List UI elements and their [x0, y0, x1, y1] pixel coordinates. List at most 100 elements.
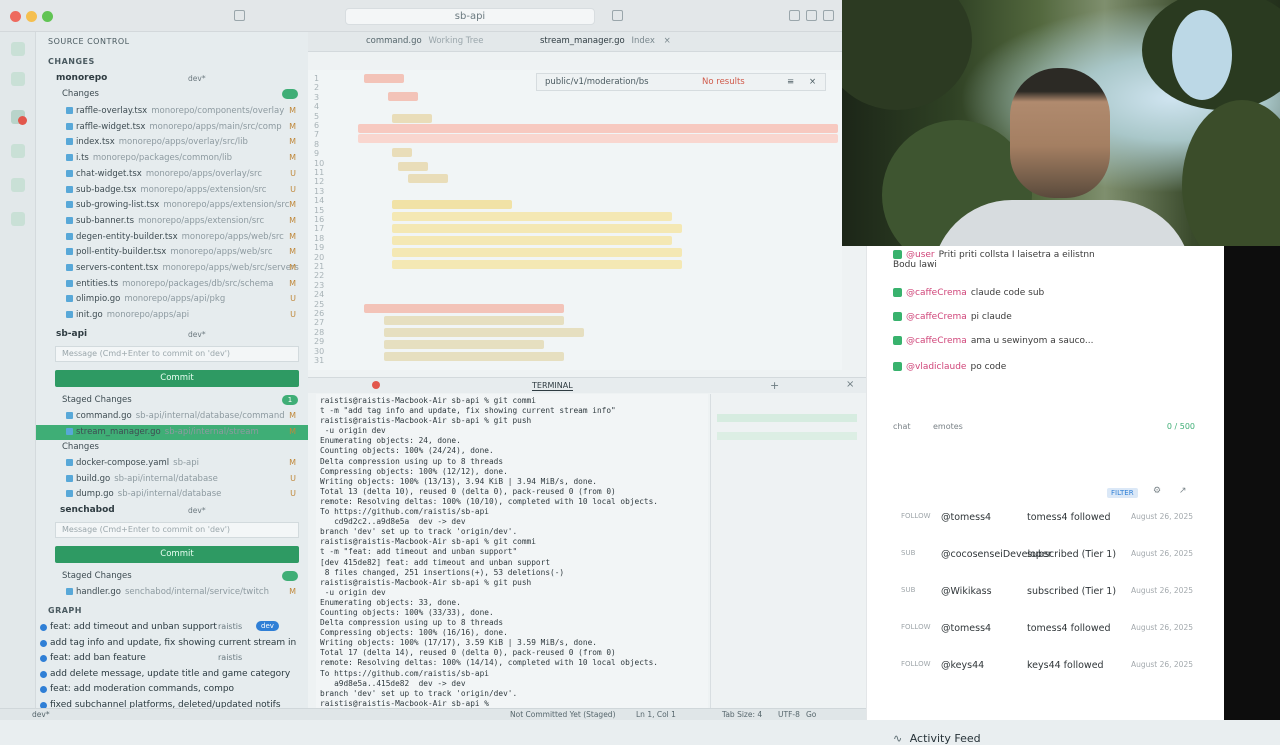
- toggle-sidebar-icon[interactable]: [789, 10, 800, 21]
- monorepo-changes-group[interactable]: Changes: [36, 87, 308, 102]
- status-cursor[interactable]: Ln 1, Col 1: [636, 710, 676, 719]
- event-user[interactable]: @tomess4: [941, 512, 991, 523]
- popout-icon[interactable]: ↗: [1179, 486, 1187, 496]
- repo-sb-api[interactable]: sb-api dev*: [36, 327, 308, 343]
- commit-dot-icon: [40, 670, 47, 678]
- chat-message[interactable]: @vladiclaude po code: [893, 362, 1203, 372]
- extensions-icon[interactable]: [11, 178, 25, 192]
- back-arrow-icon[interactable]: [234, 10, 245, 21]
- run-debug-icon[interactable]: [11, 144, 25, 158]
- copilot-icon[interactable]: [612, 10, 623, 21]
- file-item[interactable]: servers-content.tsx monorepo/apps/web/src…: [36, 261, 308, 276]
- file-item[interactable]: poll-entity-builder.tsx monorepo/apps/web…: [36, 245, 308, 260]
- event-user[interactable]: @keys44: [941, 660, 984, 671]
- remote-explorer-icon[interactable]: [11, 212, 25, 226]
- sbapi-commit-button[interactable]: Commit: [55, 370, 299, 387]
- find-input[interactable]: public/v1/moderation/bs: [545, 77, 649, 87]
- senchabod-commit-button[interactable]: Commit: [55, 546, 299, 563]
- chat-username[interactable]: @vladiclaude: [906, 362, 966, 372]
- chat-input[interactable]: chat emotes 0 / 500: [893, 422, 1203, 436]
- feed-event[interactable]: SUB @Wikikass subscribed (Tier 1) August 26…: [893, 586, 1203, 604]
- file-item[interactable]: degen-entity-builder.tsx monorepo/apps/we…: [36, 230, 308, 245]
- senchabod-staged-group[interactable]: Staged Changes: [36, 569, 308, 584]
- graph-commit[interactable]: feat: add moderation commands, compo: [36, 682, 308, 697]
- feed-event[interactable]: FOLLOW @keys44 keys44 followed August 26, 2…: [893, 660, 1203, 678]
- sbapi-commit-message-input[interactable]: Message (Cmd+Enter to commit on 'dev'): [55, 346, 299, 362]
- chat-username[interactable]: @user: [906, 250, 935, 260]
- feed-event[interactable]: SUB @cocosenseiDeveloper subscribed (Tier …: [893, 549, 1203, 567]
- file-item[interactable]: olimpio.go monorepo/apps/api/pkg U: [36, 292, 308, 307]
- file-item[interactable]: stream_manager.go sb-api/internal/stream M: [36, 424, 308, 440]
- explorer-icon[interactable]: [11, 42, 25, 56]
- tab-command-go[interactable]: command.go Working Tree: [366, 36, 484, 46]
- senchabod-commit-message-input[interactable]: Message (Cmd+Enter to commit on 'dev'): [55, 522, 299, 538]
- file-item[interactable]: build.go sb-api/internal/database U: [36, 472, 308, 487]
- feed-filter-button[interactable]: FILTER: [1107, 488, 1138, 498]
- file-item[interactable]: handler.go senchabod/internal/service/twi…: [36, 585, 308, 600]
- tab-stream-manager-go[interactable]: stream_manager.go Index ×: [540, 36, 671, 46]
- file-item[interactable]: command.go sb-api/internal/database/comma…: [36, 409, 308, 424]
- status-branch[interactable]: dev*: [32, 710, 50, 719]
- graph-commit[interactable]: feat: add timeout and unban support raist…: [36, 620, 308, 635]
- new-terminal-icon[interactable]: +: [770, 379, 779, 392]
- close-window-button[interactable]: [10, 11, 21, 22]
- tab-terminal[interactable]: TERMINAL: [532, 381, 573, 391]
- sbapi-changes-group[interactable]: Changes: [36, 440, 308, 455]
- terminal-output[interactable]: raistis@raistis-Macbook-Air sb-api % git…: [316, 394, 708, 708]
- settings-icon[interactable]: ⚙: [1153, 486, 1161, 496]
- file-item[interactable]: init.go monorepo/apps/api U: [36, 308, 308, 323]
- status-encoding[interactable]: UTF-8: [778, 710, 800, 719]
- chat-message[interactable]: @user Priti priti collsta I laisetra a ei…: [893, 250, 1203, 270]
- file-item[interactable]: raffle-widget.tsx monorepo/apps/main/src/…: [36, 120, 308, 135]
- terminal-line: Delta compression using up to 8 threads: [320, 456, 504, 466]
- chat-message[interactable]: @caffeCrema ama u sewinyom a sauco...: [893, 336, 1203, 346]
- stream-dashboard-panel: @user Priti priti collsta I laisetra a ei…: [866, 246, 1224, 745]
- graph-commit[interactable]: add tag info and update, fix showing cur…: [36, 636, 308, 651]
- file-item[interactable]: entities.ts monorepo/packages/db/src/sche…: [36, 277, 308, 292]
- event-user[interactable]: @Wikikass: [941, 586, 992, 597]
- layout-icon[interactable]: [823, 10, 834, 21]
- file-item[interactable]: chat-widget.tsx monorepo/apps/overlay/src…: [36, 167, 308, 182]
- chat-username[interactable]: @caffeCrema: [906, 288, 967, 298]
- code-editor[interactable]: 1 2 3 4 5 6 7 8 9 10 11 12 13 14 15 16 17 18 19 20 21 22 23 24 2…: [308, 70, 842, 370]
- event-user[interactable]: @tomess4: [941, 623, 991, 634]
- terminal-list-item[interactable]: [717, 414, 857, 422]
- repo-monorepo[interactable]: monorepo dev*: [36, 71, 308, 87]
- maximize-window-button[interactable]: [42, 11, 53, 22]
- toggle-panel-icon[interactable]: [806, 10, 817, 21]
- file-item[interactable]: sub-badge.tsx monorepo/apps/extension/src…: [36, 183, 308, 198]
- chat-message[interactable]: @caffeCrema pi claude: [893, 312, 1203, 322]
- line-number: 25: [314, 299, 325, 309]
- chat-username[interactable]: @caffeCrema: [906, 336, 967, 346]
- file-entry: sub-growing-list.tsx monorepo/apps/extens…: [66, 200, 289, 210]
- close-tab-icon[interactable]: ×: [664, 36, 671, 46]
- graph-commit[interactable]: add delete message, update title and gam…: [36, 667, 308, 682]
- file-item[interactable]: index.tsx monorepo/apps/overlay/src/lib M: [36, 135, 308, 150]
- sbapi-staged-group[interactable]: Staged Changes 1: [36, 393, 308, 408]
- find-widget[interactable]: public/v1/moderation/bs No results ≡ ×: [536, 73, 826, 91]
- chat-message[interactable]: @caffeCrema claude code sub: [893, 288, 1203, 298]
- status-tab-size[interactable]: Tab Size: 4: [722, 710, 762, 719]
- command-center-search[interactable]: sb-api: [345, 8, 595, 25]
- file-item[interactable]: docker-compose.yaml sb-api M: [36, 456, 308, 471]
- feed-event[interactable]: FOLLOW @tomess4 tomess4 followed August 26,…: [893, 623, 1203, 641]
- file-item[interactable]: sub-banner.ts monorepo/apps/extension/src…: [36, 214, 308, 229]
- status-commit-state[interactable]: Not Committed Yet (Staged): [510, 710, 616, 719]
- search-icon[interactable]: [11, 72, 25, 86]
- graph-commit[interactable]: feat: add ban feature raistis: [36, 651, 308, 666]
- panel-tab-bar: TERMINAL + ×: [308, 377, 866, 393]
- repo-senchabod[interactable]: senchabod dev*: [36, 503, 308, 519]
- find-menu-icon[interactable]: ≡: [787, 77, 794, 87]
- chat-username[interactable]: @caffeCrema: [906, 312, 967, 322]
- close-find-icon[interactable]: ×: [809, 77, 816, 87]
- minimize-window-button[interactable]: [26, 11, 37, 22]
- branch-tag: dev: [256, 621, 279, 631]
- file-item[interactable]: i.ts monorepo/packages/common/lib M: [36, 151, 308, 166]
- file-item[interactable]: dump.go sb-api/internal/database U: [36, 487, 308, 502]
- status-language[interactable]: Go: [806, 710, 816, 719]
- close-panel-icon[interactable]: ×: [846, 379, 854, 390]
- file-item[interactable]: raffle-overlay.tsx monorepo/components/ov…: [36, 104, 308, 119]
- terminal-list-item[interactable]: [717, 432, 857, 440]
- file-item[interactable]: sub-growing-list.tsx monorepo/apps/extens…: [36, 198, 308, 213]
- feed-event[interactable]: FOLLOW @tomess4 tomess4 followed August 26,…: [893, 512, 1203, 530]
